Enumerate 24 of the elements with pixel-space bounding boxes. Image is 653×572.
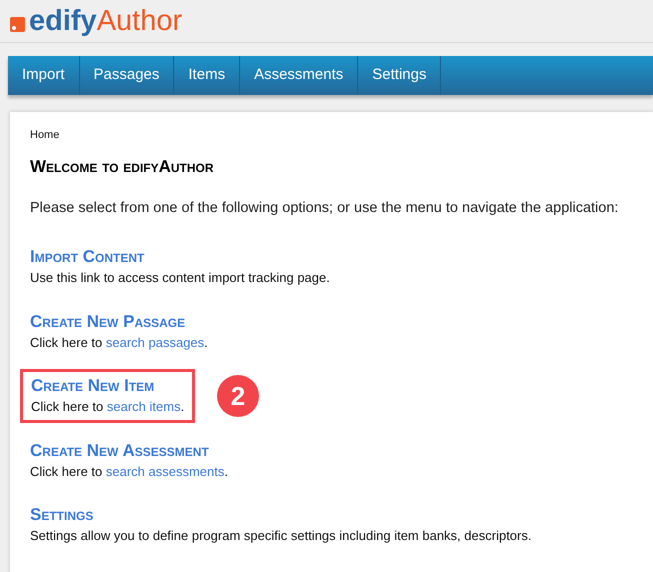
option-link[interactable]: Settings — [30, 504, 532, 526]
option-link[interactable]: Create New Item — [31, 375, 184, 397]
option-description: Click here to search items. — [31, 398, 184, 416]
search-link[interactable]: search passages — [106, 334, 204, 350]
option-description: Click here to search passages. — [30, 334, 208, 352]
intro-text: Please select from one of the following options; or use the menu to navigate the application: — [30, 199, 618, 218]
option-description: Use this link to access content import tracking page. — [30, 269, 330, 287]
option-link[interactable]: Create New Assessment — [30, 440, 228, 462]
option-link[interactable]: Import Content — [30, 246, 330, 268]
breadcrumb-link[interactable]: Home — [30, 127, 60, 144]
nav-menu-item[interactable]: Import — [8, 56, 80, 95]
page-heading: Welcome to edifyAuthor — [30, 156, 214, 178]
search-link[interactable]: search items — [106, 399, 181, 414]
option-description: Settings allow you to define program specific settings including item banks, descriptors. — [30, 527, 532, 545]
nav-menu-item[interactable]: Passages — [80, 56, 174, 95]
nav-menu-item[interactable]: Items — [174, 56, 240, 95]
nav-menu-item[interactable]: Assessments — [240, 56, 358, 95]
option-description: Click here to search assessments. — [30, 462, 228, 480]
option-link[interactable]: Create New Passage — [30, 310, 208, 332]
logo-square-icon — [10, 16, 25, 32]
nav-menu-item[interactable]: Settings — [358, 56, 442, 95]
search-link[interactable]: search assessments — [106, 464, 224, 478]
step-number-badge: 2 — [217, 375, 259, 417]
logo-text: edifyAuthor — [29, 6, 182, 36]
